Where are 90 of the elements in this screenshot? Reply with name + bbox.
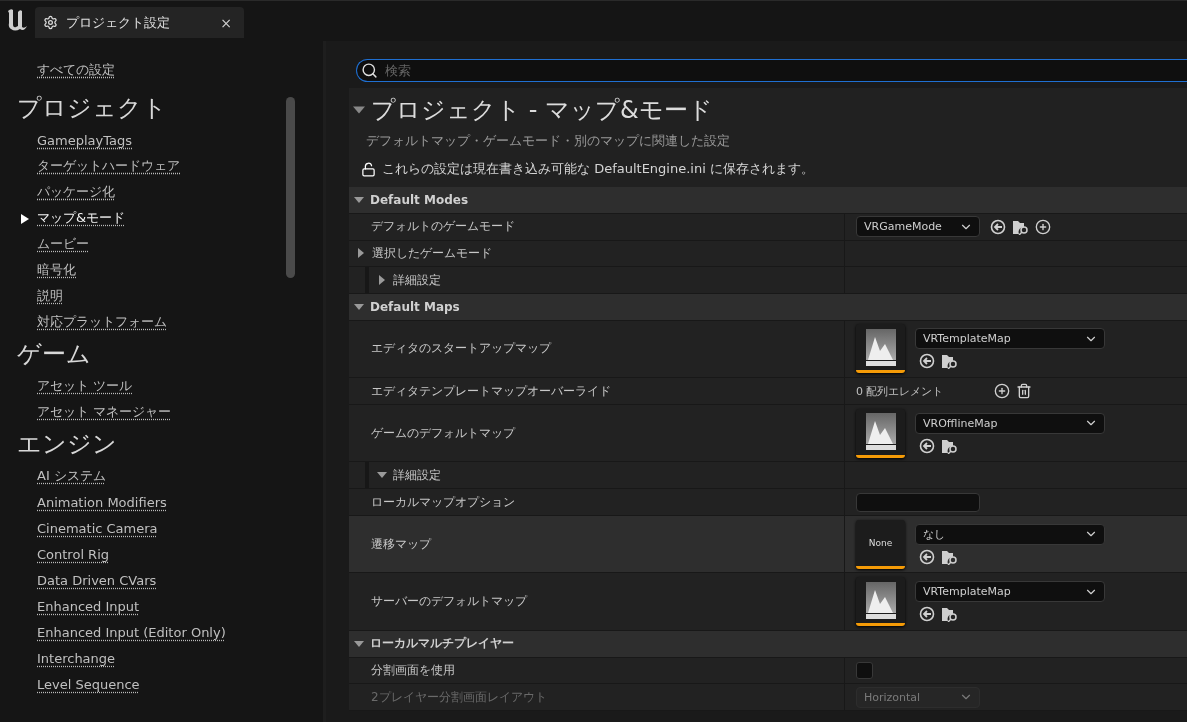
property-row[interactable]: デフォルトのゲームモード VRGameMode — [349, 213, 1187, 241]
settings-icon — [43, 15, 58, 30]
property-row[interactable]: エディタテンプレートマップオーバーライド 0 配列エレメント — [349, 378, 1187, 405]
property-name: ローカルマップオプション — [371, 493, 515, 511]
property-row[interactable]: エディタのスタートアップマップ VRTemplateMap — [349, 320, 1187, 379]
asset-thumbnail[interactable]: None — [856, 519, 905, 569]
asset-dropdown[interactable]: VRTemplateMap — [915, 328, 1105, 350]
expand-arrow-icon[interactable] — [377, 275, 387, 286]
trash-icon[interactable] — [1015, 383, 1032, 400]
use-selected-arrow-icon[interactable] — [919, 353, 935, 370]
property-name: 2プレイヤー分割画面レイアウト — [371, 688, 547, 706]
property-row[interactable]: ローカルマップオプション — [349, 489, 1187, 516]
sidebar-link[interactable]: Animation Modifiers — [37, 489, 167, 515]
sidebar-link[interactable]: 説明 — [37, 283, 63, 309]
category-name[interactable]: 選択したゲームモード — [372, 244, 492, 262]
map-thumbnail-icon — [865, 413, 896, 451]
property-row[interactable]: 遷移マップ None なし — [349, 515, 1187, 574]
expand-arrow-icon[interactable] — [354, 638, 364, 649]
collapse-arrow-icon[interactable] — [353, 104, 365, 116]
folder-search-icon[interactable] — [1012, 218, 1029, 235]
project-settings-tab[interactable]: プロジェクト設定 × — [35, 7, 244, 38]
sidebar-link[interactable]: AI システム — [37, 463, 106, 489]
array-count: 0 配列エレメント — [856, 383, 944, 399]
asset-dropdown[interactable]: VROfflineMap — [915, 412, 1105, 434]
folder-search-icon[interactable] — [941, 353, 958, 370]
close-tab-button[interactable]: × — [218, 14, 234, 31]
section-header[interactable]: Default Maps — [349, 294, 1187, 321]
map-thumbnail-icon — [865, 328, 896, 366]
folder-search-icon[interactable] — [941, 437, 958, 454]
sidebar-link[interactable]: Level Sequence — [37, 671, 140, 697]
folder-search-icon[interactable] — [941, 606, 958, 623]
save-location-note: これらの設定は現在書き込み可能な DefaultEngine.ini に保存されます。 — [382, 160, 814, 178]
expand-arrow-icon[interactable] — [354, 194, 364, 205]
property-row[interactable]: ゲームのデフォルトマップ VROfflineMap — [349, 404, 1187, 463]
category-heading: エンジン — [17, 429, 118, 460]
asset-dropdown[interactable]: なし — [915, 523, 1105, 545]
sidebar-link[interactable]: 対応プラットフォーム — [37, 309, 167, 335]
sidebar-link[interactable]: Control Rig — [37, 541, 110, 567]
sidebar-link[interactable]: すべての設定 — [37, 57, 115, 83]
use-selected-arrow-icon[interactable] — [919, 437, 935, 454]
sidebar-link[interactable]: GameplayTags — [37, 127, 132, 153]
folder-search-icon[interactable] — [941, 548, 958, 565]
text-field[interactable] — [856, 492, 980, 512]
asset-thumbnail[interactable] — [856, 577, 905, 627]
property-name: 遷移マップ — [371, 535, 431, 553]
sidebar-link[interactable]: Interchange — [37, 645, 116, 671]
map-thumbnail-icon — [865, 581, 896, 619]
asset-thumbnail[interactable] — [856, 408, 905, 458]
property-row[interactable]: サーバーのデフォルトマップ VRTemplateMap — [349, 573, 1187, 631]
advanced-toggle[interactable]: 詳細設定 — [393, 466, 441, 484]
expand-arrow-icon[interactable] — [356, 248, 366, 259]
sidebar-link[interactable]: マップ&モード — [37, 205, 126, 231]
asset-thumbnail[interactable] — [856, 324, 905, 374]
class-dropdown[interactable]: VRGameMode — [856, 216, 980, 238]
property-row[interactable]: 分割画面を使用 — [349, 657, 1187, 685]
sidebar-link[interactable]: パッケージ化 — [37, 179, 115, 205]
sidebar-link[interactable]: 暗号化 — [37, 257, 76, 283]
sidebar-link[interactable]: Data Driven CVars — [37, 567, 157, 593]
property-name: エディタのスタートアップマップ — [371, 340, 551, 358]
sidebar-link[interactable]: アセット ツール — [37, 373, 133, 399]
property-name: 分割画面を使用 — [371, 661, 455, 679]
search-field[interactable]: 検索 — [356, 59, 1187, 82]
property-name: サーバーのデフォルトマップ — [371, 593, 527, 611]
sidebar-link[interactable]: ムービー — [37, 231, 89, 257]
property-name: エディタテンプレートマップオーバーライド — [371, 382, 611, 400]
use-selected-arrow-icon[interactable] — [990, 218, 1006, 235]
property-name: デフォルトのゲームモード — [371, 218, 515, 236]
sidebar-link[interactable]: Cinematic Camera — [37, 515, 158, 541]
category-heading: ゲーム — [17, 339, 92, 370]
use-selected-arrow-icon[interactable] — [919, 606, 935, 623]
search-icon — [361, 62, 378, 79]
add-icon[interactable] — [1035, 218, 1051, 235]
expand-arrow-icon[interactable] — [354, 301, 364, 312]
sidebar-link[interactable]: ターゲットハードウェア — [37, 153, 180, 179]
add-icon[interactable] — [993, 383, 1010, 400]
asset-dropdown[interactable]: VRTemplateMap — [915, 581, 1105, 603]
sidebar-link[interactable]: アセット マネージャー — [37, 399, 172, 425]
advanced-toggle[interactable]: 詳細設定 — [393, 271, 441, 289]
sidebar-link[interactable]: Enhanced Input — [37, 593, 140, 619]
sidebar-link[interactable]: Enhanced Input (Editor Only) — [37, 619, 226, 645]
scrollbar-thumb[interactable] — [286, 97, 295, 278]
section-header[interactable]: ローカルマルチプレイヤー — [349, 630, 1187, 658]
property-name: ゲームのデフォルトマップ — [371, 424, 515, 442]
section-header[interactable]: Default Modes — [349, 187, 1187, 214]
page-title: プロジェクト - マップ&モード — [371, 95, 713, 126]
checkbox[interactable] — [856, 661, 873, 679]
page-subtitle: デフォルトマップ・ゲームモード・別のマップに関連した設定 — [365, 132, 731, 150]
engine-logo[interactable] — [5, 7, 29, 33]
use-selected-arrow-icon[interactable] — [919, 548, 935, 565]
category-heading: プロジェクト — [17, 93, 168, 124]
